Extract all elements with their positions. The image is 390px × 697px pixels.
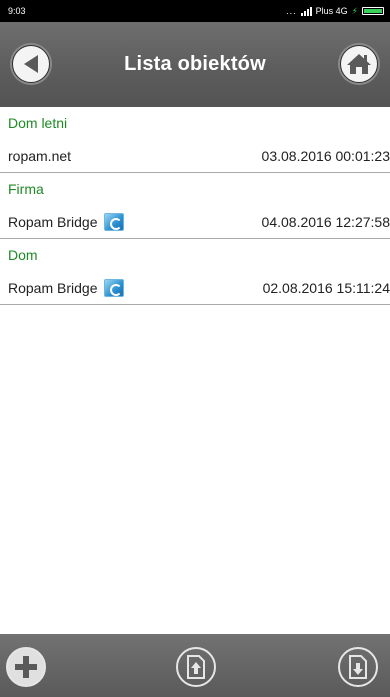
file-download-icon	[349, 655, 367, 679]
app-header: Lista obiektów	[0, 22, 390, 107]
status-time: 9:03	[8, 6, 26, 16]
object-list: Dom letni ropam.net 03.08.2016 00:01:23 …	[0, 107, 390, 305]
dots-icon: ...	[286, 6, 297, 16]
object-name: Ropam Bridge	[8, 214, 98, 230]
battery-icon	[362, 7, 384, 15]
export-button[interactable]	[338, 647, 378, 687]
charging-icon: ⚡	[351, 5, 358, 16]
bridge-icon	[103, 279, 124, 297]
page-title: Lista obiektów	[124, 53, 266, 75]
object-date: 04.08.2016 12:27:58	[261, 214, 390, 230]
group-title: Dom	[8, 247, 38, 263]
home-icon	[347, 54, 371, 74]
signal-icon	[300, 6, 312, 16]
group-title: Firma	[8, 181, 44, 197]
list-item[interactable]: Ropam Bridge 04.08.2016 12:27:58	[0, 206, 390, 239]
object-date: 02.08.2016 15:11:24	[262, 280, 390, 296]
bridge-icon	[103, 213, 124, 231]
object-date: 03.08.2016 00:01:23	[261, 148, 390, 164]
list-item[interactable]: Ropam Bridge 02.08.2016 15:11:24	[0, 272, 390, 305]
back-arrow-icon	[24, 55, 38, 73]
carrier-label: Plus 4G	[315, 6, 348, 16]
object-name-wrap: Ropam Bridge	[8, 279, 124, 297]
file-upload-icon	[187, 655, 205, 679]
back-button[interactable]	[12, 45, 50, 83]
status-bar: 9:03 ... Plus 4G ⚡	[0, 0, 390, 22]
group-title: Dom letni	[8, 115, 68, 131]
import-button[interactable]	[176, 647, 216, 687]
object-name-wrap: ropam.net	[8, 148, 71, 164]
object-name: Ropam Bridge	[8, 280, 98, 296]
status-indicators: ... Plus 4G ⚡	[286, 6, 384, 17]
list-item[interactable]: ropam.net 03.08.2016 00:01:23	[0, 140, 390, 173]
object-name: ropam.net	[8, 148, 72, 164]
bottom-toolbar	[0, 634, 390, 697]
plus-icon	[15, 656, 37, 678]
add-object-button[interactable]	[6, 647, 46, 687]
home-button[interactable]	[340, 45, 378, 83]
object-name-wrap: Ropam Bridge	[8, 213, 124, 231]
